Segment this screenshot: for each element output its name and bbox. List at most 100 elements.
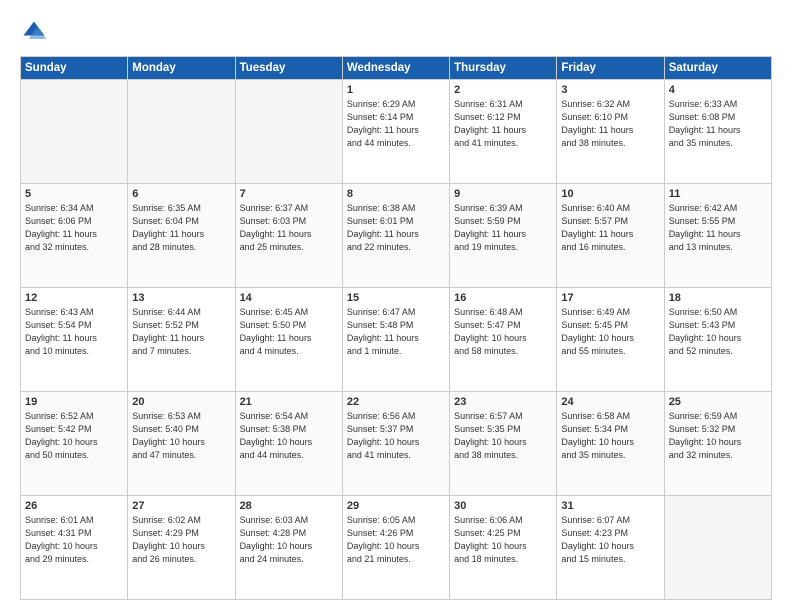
day-number: 14 bbox=[240, 292, 338, 304]
calendar-cell: 12 Sunrise: 6:43 AM Sunset: 5:54 PM Dayli… bbox=[21, 288, 128, 392]
calendar-cell: 29 Sunrise: 6:05 AM Sunset: 4:26 PM Dayli… bbox=[342, 496, 449, 600]
calendar-cell: 22 Sunrise: 6:56 AM Sunset: 5:37 PM Dayli… bbox=[342, 392, 449, 496]
weekday-header-thursday: Thursday bbox=[450, 57, 557, 80]
day-info: Sunrise: 6:02 AM Sunset: 4:29 PM Dayligh… bbox=[132, 514, 230, 566]
calendar-cell: 5 Sunrise: 6:34 AM Sunset: 6:06 PM Daylig… bbox=[21, 184, 128, 288]
calendar-week-4: 19 Sunrise: 6:52 AM Sunset: 5:42 PM Dayli… bbox=[21, 392, 772, 496]
weekday-header-sunday: Sunday bbox=[21, 57, 128, 80]
calendar-cell: 23Sunrise: 6:57 AM Sunset: 5:35 PM Dayli… bbox=[450, 392, 557, 496]
calendar-cell: 2 Sunrise: 6:31 AM Sunset: 6:12 PM Daylig… bbox=[450, 80, 557, 184]
day-info: Sunrise: 6:44 AM Sunset: 5:52 PM Dayligh… bbox=[132, 306, 230, 358]
weekday-header-monday: Monday bbox=[128, 57, 235, 80]
day-number: 5 bbox=[25, 188, 123, 200]
calendar-cell: 14 Sunrise: 6:45 AM Sunset: 5:50 PM Dayli… bbox=[235, 288, 342, 392]
day-info: Sunrise: 6:05 AM Sunset: 4:26 PM Dayligh… bbox=[347, 514, 445, 566]
calendar-cell: 30 Sunrise: 6:06 AM Sunset: 4:25 PM Dayli… bbox=[450, 496, 557, 600]
day-info: Sunrise: 6:58 AM Sunset: 5:34 PM Dayligh… bbox=[561, 410, 659, 462]
weekday-header-row: SundayMondayTuesdayWednesdayThursdayFrid… bbox=[21, 57, 772, 80]
calendar-week-2: 5 Sunrise: 6:34 AM Sunset: 6:06 PM Daylig… bbox=[21, 184, 772, 288]
day-info: Sunrise: 6:52 AM Sunset: 5:42 PM Dayligh… bbox=[25, 410, 123, 462]
calendar-cell: 11 Sunrise: 6:42 AM Sunset: 5:55 PM Dayli… bbox=[664, 184, 771, 288]
calendar-cell bbox=[21, 80, 128, 184]
day-info: Sunrise: 6:42 AM Sunset: 5:55 PM Dayligh… bbox=[669, 202, 767, 254]
day-number: 31 bbox=[561, 500, 659, 512]
calendar-cell: 18 Sunrise: 6:50 AM Sunset: 5:43 PM Dayli… bbox=[664, 288, 771, 392]
day-info: Sunrise: 6:47 AM Sunset: 5:48 PM Dayligh… bbox=[347, 306, 445, 358]
header bbox=[20, 18, 772, 46]
day-number: 12 bbox=[25, 292, 123, 304]
day-number: 20 bbox=[132, 396, 230, 408]
day-number: 29 bbox=[347, 500, 445, 512]
day-number: 2 bbox=[454, 84, 552, 96]
weekday-header-tuesday: Tuesday bbox=[235, 57, 342, 80]
calendar-cell: 27 Sunrise: 6:02 AM Sunset: 4:29 PM Dayli… bbox=[128, 496, 235, 600]
day-info: Sunrise: 6:53 AM Sunset: 5:40 PM Dayligh… bbox=[132, 410, 230, 462]
logo bbox=[20, 18, 52, 46]
day-number: 8 bbox=[347, 188, 445, 200]
day-number: 7 bbox=[240, 188, 338, 200]
calendar-cell: 4 Sunrise: 6:33 AM Sunset: 6:08 PM Daylig… bbox=[664, 80, 771, 184]
day-info: Sunrise: 6:56 AM Sunset: 5:37 PM Dayligh… bbox=[347, 410, 445, 462]
day-number: 30 bbox=[454, 500, 552, 512]
day-info: Sunrise: 6:49 AM Sunset: 5:45 PM Dayligh… bbox=[561, 306, 659, 358]
day-info: Sunrise: 6:31 AM Sunset: 6:12 PM Dayligh… bbox=[454, 98, 552, 150]
day-number: 25 bbox=[669, 396, 767, 408]
day-number: 23 bbox=[454, 396, 552, 408]
day-info: Sunrise: 6:03 AM Sunset: 4:28 PM Dayligh… bbox=[240, 514, 338, 566]
logo-icon bbox=[20, 18, 48, 46]
day-number: 19 bbox=[25, 396, 123, 408]
day-info: Sunrise: 6:29 AM Sunset: 6:14 PM Dayligh… bbox=[347, 98, 445, 150]
day-number: 11 bbox=[669, 188, 767, 200]
day-number: 28 bbox=[240, 500, 338, 512]
calendar-cell bbox=[664, 496, 771, 600]
day-number: 6 bbox=[132, 188, 230, 200]
calendar-cell: 6 Sunrise: 6:35 AM Sunset: 6:04 PM Daylig… bbox=[128, 184, 235, 288]
day-info: Sunrise: 6:06 AM Sunset: 4:25 PM Dayligh… bbox=[454, 514, 552, 566]
calendar-cell: 3Sunrise: 6:32 AM Sunset: 6:10 PM Daylig… bbox=[557, 80, 664, 184]
day-info: Sunrise: 6:33 AM Sunset: 6:08 PM Dayligh… bbox=[669, 98, 767, 150]
calendar-cell: 15 Sunrise: 6:47 AM Sunset: 5:48 PM Dayli… bbox=[342, 288, 449, 392]
day-info: Sunrise: 6:39 AM Sunset: 5:59 PM Dayligh… bbox=[454, 202, 552, 254]
calendar-cell: 26Sunrise: 6:01 AM Sunset: 4:31 PM Dayli… bbox=[21, 496, 128, 600]
calendar-cell: 25Sunrise: 6:59 AM Sunset: 5:32 PM Dayli… bbox=[664, 392, 771, 496]
day-number: 15 bbox=[347, 292, 445, 304]
calendar-week-1: 1 Sunrise: 6:29 AM Sunset: 6:14 PM Daylig… bbox=[21, 80, 772, 184]
day-info: Sunrise: 6:50 AM Sunset: 5:43 PM Dayligh… bbox=[669, 306, 767, 358]
day-number: 21 bbox=[240, 396, 338, 408]
calendar-cell bbox=[128, 80, 235, 184]
weekday-header-friday: Friday bbox=[557, 57, 664, 80]
calendar: SundayMondayTuesdayWednesdayThursdayFrid… bbox=[20, 56, 772, 600]
calendar-cell: 19 Sunrise: 6:52 AM Sunset: 5:42 PM Dayli… bbox=[21, 392, 128, 496]
day-number: 26 bbox=[25, 500, 123, 512]
day-info: Sunrise: 6:34 AM Sunset: 6:06 PM Dayligh… bbox=[25, 202, 123, 254]
calendar-cell: 20 Sunrise: 6:53 AM Sunset: 5:40 PM Dayli… bbox=[128, 392, 235, 496]
day-number: 10 bbox=[561, 188, 659, 200]
day-number: 1 bbox=[347, 84, 445, 96]
calendar-cell: 13 Sunrise: 6:44 AM Sunset: 5:52 PM Dayli… bbox=[128, 288, 235, 392]
day-info: Sunrise: 6:48 AM Sunset: 5:47 PM Dayligh… bbox=[454, 306, 552, 358]
day-number: 17 bbox=[561, 292, 659, 304]
calendar-cell: 8Sunrise: 6:38 AM Sunset: 6:01 PM Daylig… bbox=[342, 184, 449, 288]
day-info: Sunrise: 6:45 AM Sunset: 5:50 PM Dayligh… bbox=[240, 306, 338, 358]
calendar-cell: 24 Sunrise: 6:58 AM Sunset: 5:34 PM Dayli… bbox=[557, 392, 664, 496]
calendar-cell: 1 Sunrise: 6:29 AM Sunset: 6:14 PM Daylig… bbox=[342, 80, 449, 184]
day-info: Sunrise: 6:43 AM Sunset: 5:54 PM Dayligh… bbox=[25, 306, 123, 358]
day-number: 3 bbox=[561, 84, 659, 96]
day-info: Sunrise: 6:07 AM Sunset: 4:23 PM Dayligh… bbox=[561, 514, 659, 566]
weekday-header-saturday: Saturday bbox=[664, 57, 771, 80]
day-number: 4 bbox=[669, 84, 767, 96]
weekday-header-wednesday: Wednesday bbox=[342, 57, 449, 80]
day-info: Sunrise: 6:37 AM Sunset: 6:03 PM Dayligh… bbox=[240, 202, 338, 254]
day-number: 13 bbox=[132, 292, 230, 304]
calendar-week-3: 12 Sunrise: 6:43 AM Sunset: 5:54 PM Dayli… bbox=[21, 288, 772, 392]
day-number: 24 bbox=[561, 396, 659, 408]
day-number: 27 bbox=[132, 500, 230, 512]
day-number: 22 bbox=[347, 396, 445, 408]
day-info: Sunrise: 6:35 AM Sunset: 6:04 PM Dayligh… bbox=[132, 202, 230, 254]
calendar-cell: 16 Sunrise: 6:48 AM Sunset: 5:47 PM Dayli… bbox=[450, 288, 557, 392]
day-number: 16 bbox=[454, 292, 552, 304]
calendar-cell: 17 Sunrise: 6:49 AM Sunset: 5:45 PM Dayli… bbox=[557, 288, 664, 392]
day-info: Sunrise: 6:40 AM Sunset: 5:57 PM Dayligh… bbox=[561, 202, 659, 254]
calendar-cell: 7 Sunrise: 6:37 AM Sunset: 6:03 PM Daylig… bbox=[235, 184, 342, 288]
day-number: 18 bbox=[669, 292, 767, 304]
